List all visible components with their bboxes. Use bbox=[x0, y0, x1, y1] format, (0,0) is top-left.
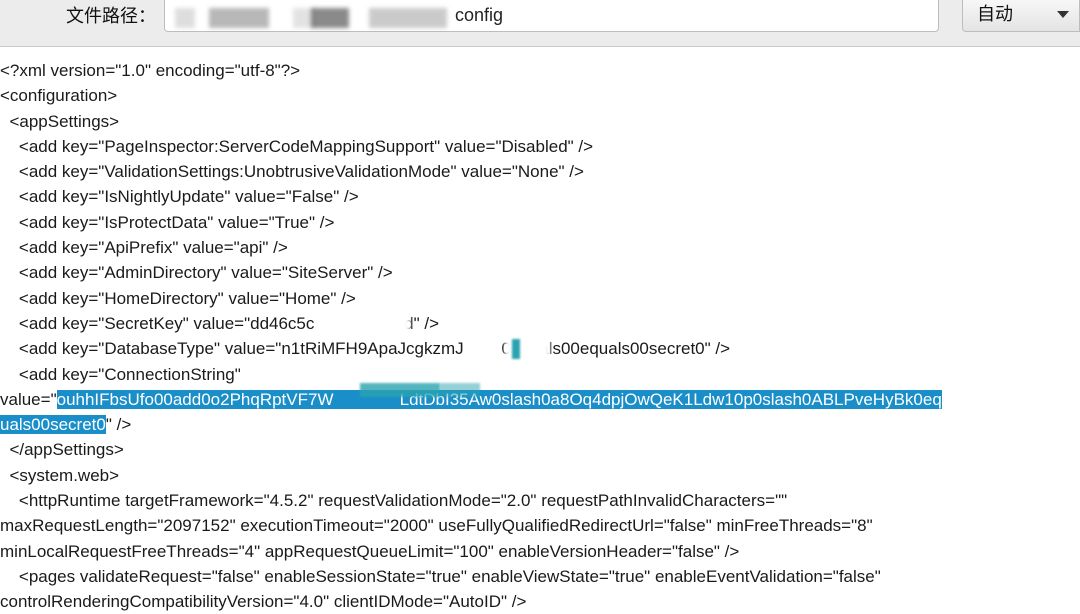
file-toolbar: 文件路径： config 自动 bbox=[0, 0, 1080, 47]
code-line: <add key="SecretKey" value="dd46c5c 36f7… bbox=[0, 313, 440, 333]
path-redaction-4 bbox=[311, 8, 349, 28]
secret-key-redaction bbox=[352, 313, 410, 335]
code-line: maxRequestLength="2097152" executionTime… bbox=[0, 516, 873, 536]
encoding-value: 自动 bbox=[977, 4, 1013, 24]
code-line: <add key="AdminDirectory" value="SiteSer… bbox=[0, 263, 393, 283]
code-line: <?xml version="1.0" encoding="utf-8"?> bbox=[0, 61, 301, 80]
connection-suffix: " /> bbox=[105, 415, 132, 435]
encoding-select[interactable]: 自动 bbox=[962, 0, 1080, 32]
file-path-value: config bbox=[455, 5, 504, 25]
file-path-input[interactable]: config bbox=[164, 0, 939, 32]
code-line: <httpRuntime targetFramework="4.5.2" req… bbox=[0, 491, 788, 511]
code-line: <add key="ApiPrefix" value="api" /> bbox=[0, 238, 288, 258]
path-redaction-5 bbox=[369, 8, 447, 28]
connection-teal-mark-2 bbox=[440, 383, 480, 397]
file-path-label: 文件路径： bbox=[66, 6, 156, 26]
path-redaction-1 bbox=[175, 8, 195, 28]
connection-value-highlight-1: ouhhIFbsUfo00add0o2PhqRptVF7W LdtDbI35Aw… bbox=[56, 389, 942, 409]
code-line: controlRenderingCompatibilityVersion="4.… bbox=[0, 592, 527, 612]
database-type-teal-mark bbox=[512, 339, 520, 359]
code-line: minLocalRequestFreeThreads="4" appReques… bbox=[0, 541, 740, 561]
code-line: <add key="IsProtectData" value="True" /> bbox=[0, 212, 335, 232]
code-line: </appSettings> bbox=[0, 440, 124, 460]
code-line: <add key="ValidationSettings:Unobtrusive… bbox=[0, 162, 584, 182]
connection-string-line-1: value="ouhhIFbsUfo00add0o2PhqRptVF7W Ldt… bbox=[0, 387, 1080, 412]
connection-teal-mark-1 bbox=[360, 383, 440, 397]
chevron-down-icon[interactable] bbox=[1057, 11, 1069, 18]
code-line: <add key="PageInspector:ServerCodeMappin… bbox=[0, 136, 594, 156]
connection-value-highlight-2: uals00secret0 bbox=[0, 415, 106, 435]
code-line: <appSettings> bbox=[0, 111, 120, 131]
connection-string-line-2: uals00secret0" /> bbox=[0, 412, 1080, 437]
connection-prefix: value=" bbox=[0, 389, 57, 409]
path-redaction-2 bbox=[209, 8, 269, 28]
code-viewer[interactable]: <?xml version="1.0" encoding="utf-8"?> <c… bbox=[0, 58, 1080, 614]
code-line: <add key="HomeDirectory" value="Home" /> bbox=[0, 288, 356, 308]
code-line: <system.web> bbox=[0, 465, 120, 485]
code-line: <add key="ConnectionString" bbox=[0, 364, 241, 384]
code-line: <configuration> bbox=[0, 86, 118, 106]
code-line: <add key="IsNightlyUpdate" value="False"… bbox=[0, 187, 359, 207]
code-line: <pages validateRequest="false" enableSes… bbox=[0, 566, 881, 586]
